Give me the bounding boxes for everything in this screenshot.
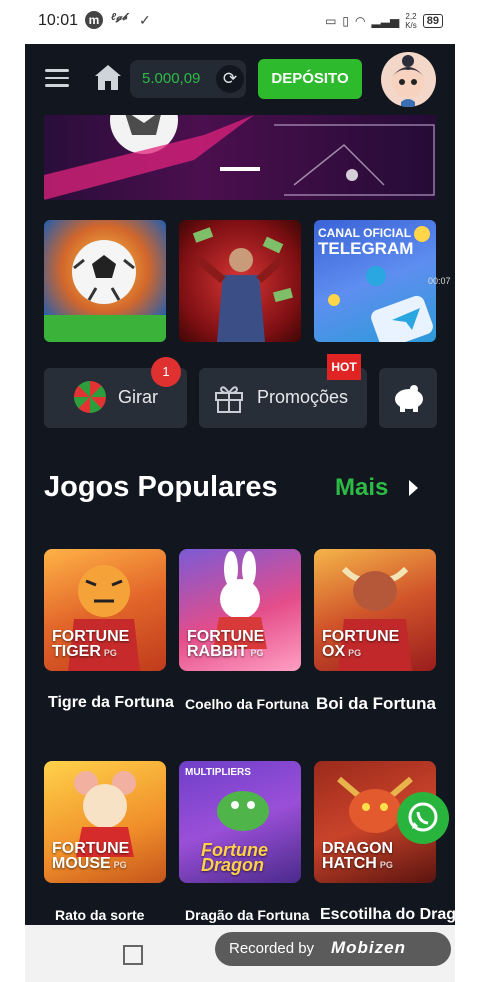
piggy-bank-button[interactable]	[379, 368, 437, 428]
game-name: Escotilha do Drag	[320, 906, 455, 923]
promotions-label: Promoções	[257, 387, 349, 407]
recorder-brand: Mobizen	[331, 938, 406, 957]
spin-label: Girar	[118, 387, 158, 407]
phone-screen: 10:01 m ℓ𝓰𝓫 ✓ ▭ ▯ ◠ ▂▃▅ 2,2 K/s 89 5.000,…	[25, 0, 455, 982]
promo-tile-telegram[interactable]: CANAL OFICIAL TELEGRAM	[314, 220, 436, 342]
recents-square-icon[interactable]	[123, 945, 143, 965]
check-icon: ✓	[139, 12, 151, 28]
hero-banner[interactable]	[44, 115, 436, 200]
hot-tag: HOT	[327, 354, 361, 380]
top-header: 5.000,09 ⟳ DEPÓSITO	[25, 44, 455, 116]
wifi-icon: ◠	[355, 14, 366, 28]
user-avatar[interactable]	[381, 52, 436, 107]
m-app-icon: m	[85, 11, 103, 29]
game-card-fortune-dragon[interactable]: MULTIPLIERS Fortune Dragon	[179, 761, 301, 883]
signal-icon: ▂▃▅	[371, 14, 400, 28]
game-logo: FORTUNE TIGER PG	[52, 628, 130, 660]
gift-icon	[215, 386, 243, 413]
more-link[interactable]: Mais	[335, 474, 388, 502]
home-icon[interactable]	[93, 62, 123, 92]
video-timer: 00:07	[428, 276, 451, 286]
screen-recorder-overlay: Recorded by Mobizen	[215, 932, 451, 966]
game-logo: DRAGON HATCH PG	[322, 840, 394, 872]
status-time: 10:01	[38, 12, 79, 29]
battery-indicator: 89	[422, 14, 443, 28]
game-logo: FORTUNE OX PG	[322, 628, 400, 660]
game-logo: Fortune Dragon	[201, 840, 268, 875]
game-card-fortune-mouse[interactable]: FORTUNE MOUSE PG	[44, 761, 166, 883]
recorder-text: Recorded by	[229, 940, 315, 957]
spin-badge: 1	[151, 357, 181, 387]
status-right: ▭ ▯ ◠ ▂▃▅ 2,2 K/s 89	[325, 12, 443, 30]
chevron-right-icon[interactable]	[409, 480, 418, 496]
game-card-fortune-tiger[interactable]: FORTUNE TIGER PG	[44, 549, 166, 671]
game-name: Coelho da Fortuna	[185, 696, 309, 712]
app-notification-icon: ℓ𝓰𝓫	[111, 12, 128, 23]
whatsapp-button[interactable]	[397, 792, 449, 844]
promo-tile-money-man[interactable]	[179, 220, 301, 342]
status-bar: 10:01 m ℓ𝓰𝓫 ✓ ▭ ▯ ◠ ▂▃▅ 2,2 K/s 89	[25, 0, 455, 44]
game-logo: FORTUNE RABBIT PG	[187, 628, 265, 660]
game-name: Dragão da Fortuna	[185, 907, 310, 923]
net-speed: 2,2 K/s	[405, 12, 417, 30]
deposit-button[interactable]: DEPÓSITO	[258, 59, 362, 99]
multipliers-tag: MULTIPLIERS	[185, 767, 251, 778]
refresh-balance-icon[interactable]: ⟳	[216, 65, 244, 93]
hamburger-menu-icon[interactable]	[45, 69, 69, 87]
game-logo: FORTUNE MOUSE PG	[52, 840, 130, 872]
balance-display: 5.000,09 ⟳	[130, 60, 246, 98]
vibrate-icon: ▯	[342, 14, 350, 28]
game-name: Rato da sorte	[55, 907, 145, 923]
game-card-fortune-rabbit[interactable]: FORTUNE RABBIT PG	[179, 549, 301, 671]
balance-value: 5.000,09	[142, 70, 201, 87]
game-name: Boi da Fortuna	[316, 694, 436, 713]
popular-games-title: Jogos Populares	[44, 471, 278, 503]
promo-tile-football[interactable]	[44, 220, 166, 342]
wheel-icon	[74, 381, 106, 413]
piggy-bank-icon	[395, 385, 423, 412]
cast-icon: ▭	[325, 14, 337, 28]
game-card-fortune-ox[interactable]: FORTUNE OX PG	[314, 549, 436, 671]
whatsapp-icon	[408, 802, 438, 832]
game-name: Tigre da Fortuna	[48, 694, 174, 711]
